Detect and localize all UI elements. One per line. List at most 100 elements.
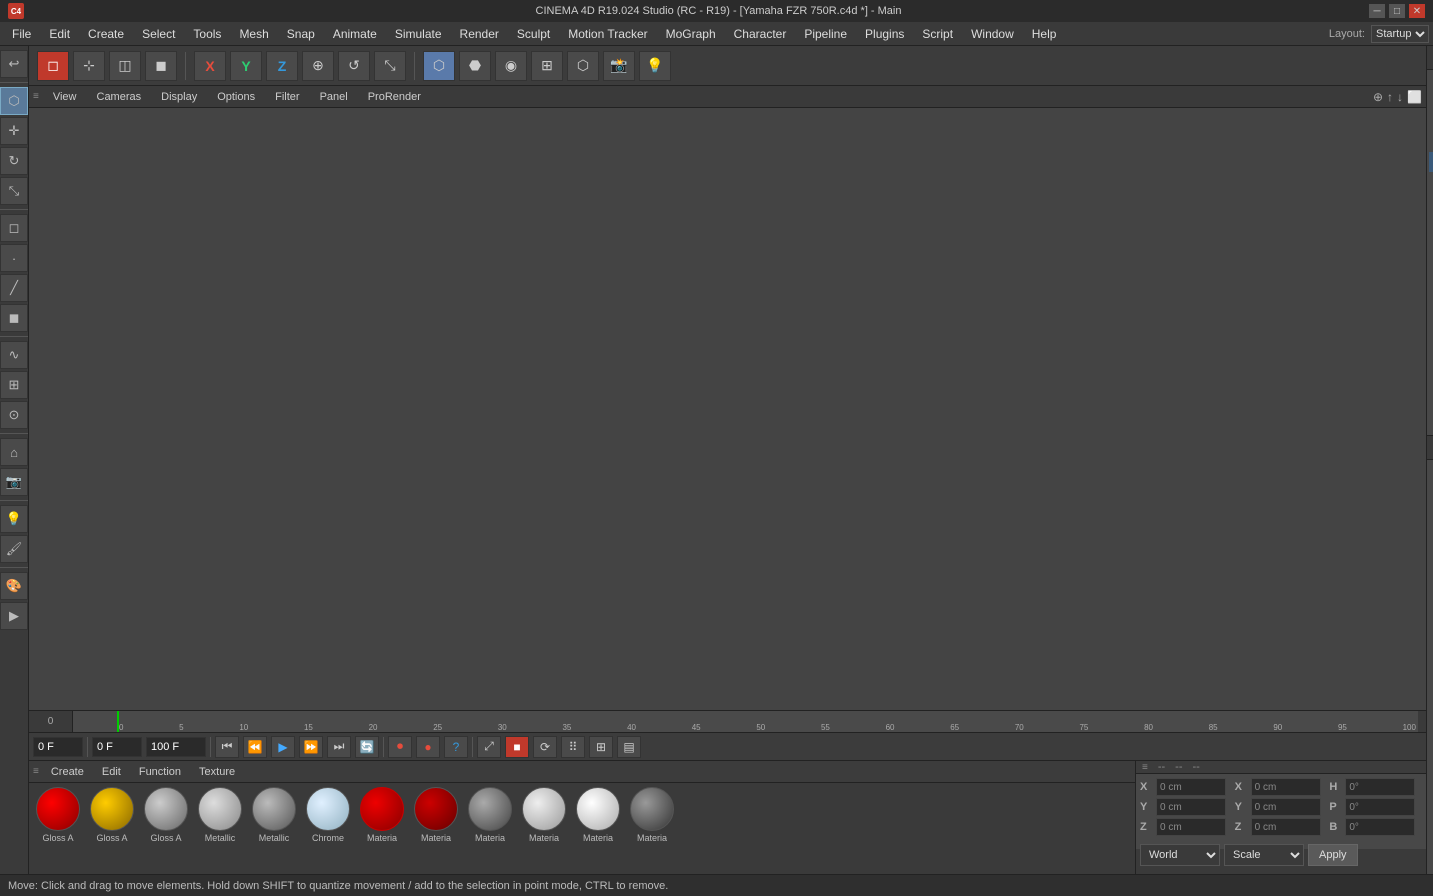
vp-nav-icon[interactable]: ⊕ (1373, 90, 1383, 104)
poly-icon-btn[interactable]: ◼ (145, 51, 177, 81)
rotate-btn[interactable]: ↺ (338, 51, 370, 81)
magnet-btn[interactable]: ◉ (495, 51, 527, 81)
light2-btn[interactable]: 💡 (639, 51, 671, 81)
menu-render[interactable]: Render (452, 25, 507, 43)
layout-select[interactable]: Startup (1371, 25, 1429, 43)
menu-mesh[interactable]: Mesh (231, 25, 276, 43)
current-frame-input[interactable] (33, 737, 83, 757)
vp-zoom-icon[interactable]: ↑ (1387, 90, 1393, 104)
nurbs-button[interactable]: ⊞ (0, 371, 28, 399)
vp-menu-view[interactable]: View (47, 91, 83, 103)
material-item-9[interactable]: Materia (519, 787, 569, 867)
scale-select[interactable]: Scale (1224, 844, 1304, 866)
coord-z-size-input[interactable] (1251, 818, 1321, 836)
material-item-11[interactable]: Materia (627, 787, 677, 867)
go-to-start-btn[interactable]: ⏮ (215, 736, 239, 758)
scale-btn[interactable]: ⤡ (374, 51, 406, 81)
material-item-0[interactable]: Gloss A (33, 787, 83, 867)
help-btn[interactable]: ? (444, 736, 468, 758)
x-axis-btn[interactable]: X (194, 51, 226, 81)
select-mode-button[interactable]: ⬡ (0, 87, 28, 115)
preview-end-display[interactable] (146, 737, 206, 757)
material-item-1[interactable]: Gloss A (87, 787, 137, 867)
material-button[interactable]: 🎨 (0, 572, 28, 600)
menu-pipeline[interactable]: Pipeline (796, 25, 855, 43)
snap-btn[interactable]: ⊞ (589, 736, 613, 758)
loop-btn[interactable]: 🔄 (355, 736, 379, 758)
mat-menu-function[interactable]: Function (133, 766, 187, 778)
material-item-8[interactable]: Materia (465, 787, 515, 867)
paint-btn[interactable]: ⬣ (459, 51, 491, 81)
obj-item-1[interactable]: □ L1 (1429, 92, 1433, 112)
vp-menu-panel[interactable]: Panel (314, 91, 354, 103)
menu-script[interactable]: Script (914, 25, 961, 43)
coord-h-input[interactable] (1345, 778, 1415, 796)
menu-tools[interactable]: Tools (185, 25, 229, 43)
material-item-3[interactable]: Metallic (195, 787, 245, 867)
menu-file[interactable]: File (4, 25, 39, 43)
path-btn[interactable]: ⟳ (533, 736, 557, 758)
generator-button[interactable]: ⊙ (0, 401, 28, 429)
move-mode-button[interactable]: ✛ (0, 117, 28, 145)
vp-menu-options[interactable]: Options (211, 91, 261, 103)
menu-sculpt[interactable]: Sculpt (509, 25, 558, 43)
obj-item-3[interactable]: 📁 G (1429, 132, 1433, 152)
coord-z-pos-input[interactable] (1156, 818, 1226, 836)
mat-menu-create[interactable]: Create (45, 766, 90, 778)
points-icon-btn[interactable]: ⊹ (73, 51, 105, 81)
menu-simulate[interactable]: Simulate (387, 25, 450, 43)
world-axis-btn[interactable]: ⊕ (302, 51, 334, 81)
maximize-button[interactable]: □ (1389, 4, 1405, 18)
deformer-button[interactable]: ⌂ (0, 438, 28, 466)
material-item-7[interactable]: Materia (411, 787, 461, 867)
menu-create[interactable]: Create (80, 25, 132, 43)
prev-frame-btn[interactable]: ⏪ (243, 736, 267, 758)
menu-character[interactable]: Character (726, 25, 795, 43)
edges-icon-btn[interactable]: ◫ (109, 51, 141, 81)
wire-btn[interactable]: ⬡ (567, 51, 599, 81)
vp-max-icon[interactable]: ⬜ (1407, 90, 1422, 104)
mat-menu-texture[interactable]: Texture (193, 766, 241, 778)
coord-x-size-input[interactable] (1251, 778, 1321, 796)
motion-btn[interactable]: ⤢ (477, 736, 501, 758)
key-btn[interactable]: ■ (505, 736, 529, 758)
edges-mode-button[interactable]: ╱ (0, 274, 28, 302)
next-frame-btn[interactable]: ⏩ (299, 736, 323, 758)
close-button[interactable]: ✕ (1409, 4, 1425, 18)
coord-x-pos-input[interactable] (1156, 778, 1226, 796)
minimize-button[interactable]: ─ (1369, 4, 1385, 18)
obj-item-0[interactable]: 📄 Converted from De Espona 3DSMAX Object… (1429, 72, 1433, 92)
coord-b-input[interactable] (1345, 818, 1415, 836)
undo-button[interactable]: ↩ (0, 50, 28, 78)
obj-item-4[interactable]: ◽ Yamaha FZR 750R (1429, 152, 1433, 172)
auto-key-btn[interactable]: ● (416, 736, 440, 758)
grid-btn[interactable]: ⠿ (561, 736, 585, 758)
apply-button[interactable]: Apply (1308, 844, 1358, 866)
menu-select[interactable]: Select (134, 25, 183, 43)
coord-p-input[interactable] (1345, 798, 1415, 816)
preview-start-input[interactable] (92, 737, 142, 757)
menu-edit[interactable]: Edit (41, 25, 78, 43)
model-icon-btn[interactable]: ◻ (37, 51, 69, 81)
obj-item-2[interactable]: □ L2 (1429, 112, 1433, 132)
points-mode-button[interactable]: · (0, 244, 28, 272)
viewport-main[interactable]: ≡ View Cameras Display Options Filter Pa… (29, 86, 1426, 710)
record-btn[interactable]: ⏺ (388, 736, 412, 758)
coord-y-pos-input[interactable] (1156, 798, 1226, 816)
z-axis-btn[interactable]: Z (266, 51, 298, 81)
material-item-2[interactable]: Gloss A (141, 787, 191, 867)
rotate-mode-button[interactable]: ↻ (0, 147, 28, 175)
grid-btn[interactable]: ⊞ (531, 51, 563, 81)
menu-animate[interactable]: Animate (325, 25, 385, 43)
vp-menu-display[interactable]: Display (155, 91, 203, 103)
coord-y-size-input[interactable] (1251, 798, 1321, 816)
play-btn[interactable]: ▶ (271, 736, 295, 758)
vp-frame-icon[interactable]: ↓ (1397, 90, 1403, 104)
mat-menu-edit[interactable]: Edit (96, 766, 127, 778)
mode-btn[interactable]: ▤ (617, 736, 641, 758)
render-button[interactable]: ▶ (0, 602, 28, 630)
material-item-6[interactable]: Materia (357, 787, 407, 867)
menu-plugins[interactable]: Plugins (857, 25, 912, 43)
y-axis-btn[interactable]: Y (230, 51, 262, 81)
camera2-btn[interactable]: 📸 (603, 51, 635, 81)
